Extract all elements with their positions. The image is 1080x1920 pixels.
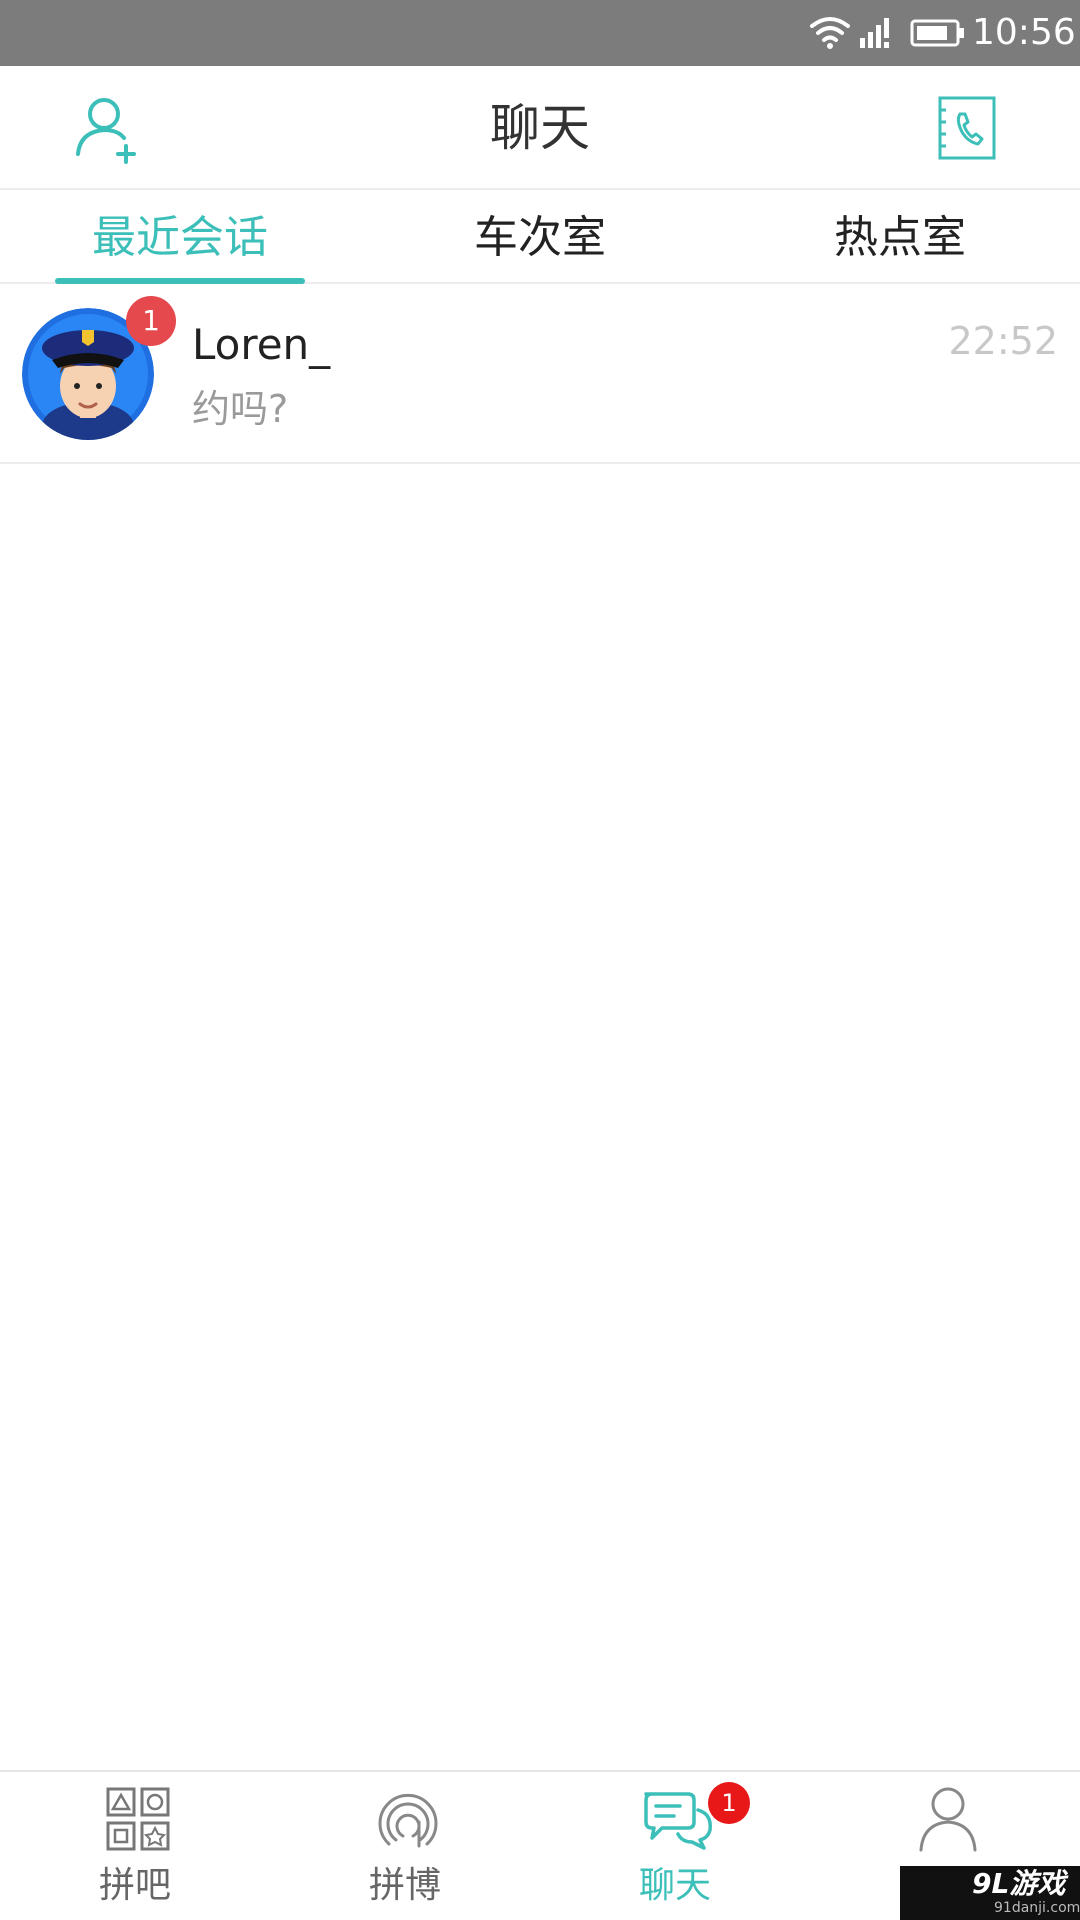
nav-pinba[interactable]: 拼吧	[0, 1772, 270, 1920]
watermark-url: 91danji.com	[994, 1900, 1080, 1916]
watermark: 9L游戏 91danji.com	[900, 1866, 1080, 1920]
grid-shapes-icon	[106, 1787, 170, 1851]
tab-recent[interactable]: 最近会话	[40, 192, 320, 284]
nav-pinbo[interactable]: 拼博	[270, 1772, 540, 1920]
battery-icon	[910, 19, 964, 47]
status-bar: 10:56	[0, 0, 1080, 66]
nav-chat[interactable]: 1 聊天	[540, 1772, 810, 1920]
watermark-logo: 9L游戏	[972, 1867, 1066, 1900]
broadcast-icon	[378, 1794, 438, 1848]
phone-contacts-icon[interactable]	[936, 94, 998, 162]
conversation-last-message: 约吗?	[192, 387, 289, 431]
cellular-signal-icon	[860, 18, 889, 48]
status-time: 10:56	[972, 12, 1076, 53]
conversation-time: 22:52	[948, 319, 1058, 363]
conversation-name: Loren_	[192, 320, 331, 369]
nav-unread-badge: 1	[708, 1782, 750, 1824]
app-header: 聊天	[0, 66, 1080, 190]
nav-label: 拼吧	[98, 1865, 171, 1906]
tab-hot-room[interactable]: 热点室	[760, 192, 1040, 284]
conversation-tabs: 最近会话 车次室 热点室	[0, 192, 1080, 284]
chat-bubbles-icon	[644, 1792, 712, 1850]
nav-label: 聊天	[638, 1865, 711, 1906]
page-title: 聊天	[490, 99, 590, 157]
unread-badge: 1	[126, 296, 176, 346]
wifi-icon	[810, 17, 850, 49]
profile-icon	[919, 1787, 977, 1852]
conversation-item[interactable]: 1 Loren_ 约吗? 22:52	[0, 286, 1080, 464]
tab-train-room[interactable]: 车次室	[400, 192, 680, 284]
nav-label: 拼博	[368, 1865, 441, 1906]
active-tab-indicator	[55, 278, 305, 284]
